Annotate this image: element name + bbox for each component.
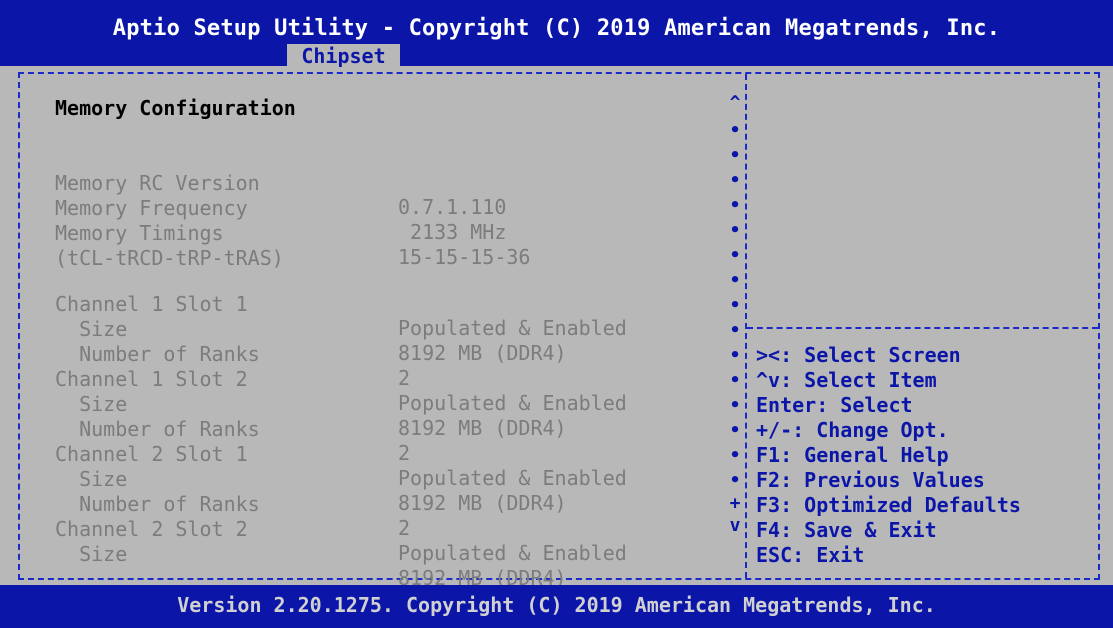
help-esc-exit: ESC: Exit	[756, 543, 865, 567]
help-general-help: F1: General Help	[756, 443, 949, 467]
title-bar: Aptio Setup Utility - Copyright (C) 2019…	[0, 0, 1113, 68]
help-select-screen: ><: Select Screen	[756, 343, 961, 367]
scroll-track-icon: •	[729, 195, 741, 216]
app-title: Aptio Setup Utility - Copyright (C) 2019…	[112, 16, 1001, 41]
row-value: 2133 MHz	[398, 220, 507, 244]
help-change-opt: +/-: Change Opt.	[756, 418, 949, 442]
scroll-thumb-icon[interactable]: +	[726, 493, 744, 514]
row-value: 15-15-15-36	[398, 245, 531, 269]
help-optimized-defaults: F3: Optimized Defaults	[756, 493, 1021, 517]
row-label: (tCL-tRCD-tRP-tRAS)	[55, 246, 284, 270]
scroll-track-icon: •	[729, 145, 741, 166]
scroll-track-icon: •	[729, 120, 741, 141]
row-value: 8192 MB (DDR4)	[398, 416, 567, 440]
scroll-track-icon: •	[729, 420, 741, 441]
scroll-down-icon[interactable]: v	[726, 515, 744, 536]
row-value: 8192 MB (DDR4)	[398, 341, 567, 365]
scroll-track-icon: •	[729, 395, 741, 416]
row-value: 2	[398, 366, 411, 390]
scroll-track-icon: •	[729, 470, 741, 491]
row-value: 2	[398, 516, 411, 540]
row-value: Populated & Enabled	[398, 541, 627, 565]
scroll-track-icon: •	[729, 370, 741, 391]
scroll-track-icon: •	[729, 220, 741, 241]
scroll-track-icon: •	[729, 295, 741, 316]
scroll-up-icon[interactable]: ^	[726, 92, 744, 113]
row-value: 2	[398, 441, 411, 465]
row-value: 0.7.1.110	[398, 195, 507, 219]
help-previous-values: F2: Previous Values	[756, 468, 985, 492]
scroll-track-icon: •	[729, 270, 741, 291]
row-value: Populated & Enabled	[398, 316, 627, 340]
bios-screen: Aptio Setup Utility - Copyright (C) 2019…	[0, 0, 1113, 628]
help-divider	[747, 327, 1098, 329]
footer-bar: Version 2.20.1275. Copyright (C) 2019 Am…	[0, 585, 1113, 628]
version-text: Version 2.20.1275. Copyright (C) 2019 Am…	[177, 593, 936, 617]
tab-chipset[interactable]: Chipset	[287, 44, 400, 68]
panel-divider	[745, 74, 747, 578]
scroll-track-icon: •	[729, 320, 741, 341]
scroll-track-icon: •	[729, 345, 741, 366]
row-value: Populated & Enabled	[398, 466, 627, 490]
help-save-exit: F4: Save & Exit	[756, 518, 937, 542]
scroll-track-icon: •	[729, 170, 741, 191]
scroll-track-icon: •	[729, 245, 741, 266]
row-value: Populated & Enabled	[398, 391, 627, 415]
help-select-item: ^v: Select Item	[756, 368, 937, 392]
row-value: 8192 MB (DDR4)	[398, 491, 567, 515]
row-label: Size	[55, 542, 128, 566]
section-title: Memory Configuration	[55, 96, 296, 120]
help-enter-select: Enter: Select	[756, 393, 913, 417]
scroll-track-icon: •	[729, 445, 741, 466]
